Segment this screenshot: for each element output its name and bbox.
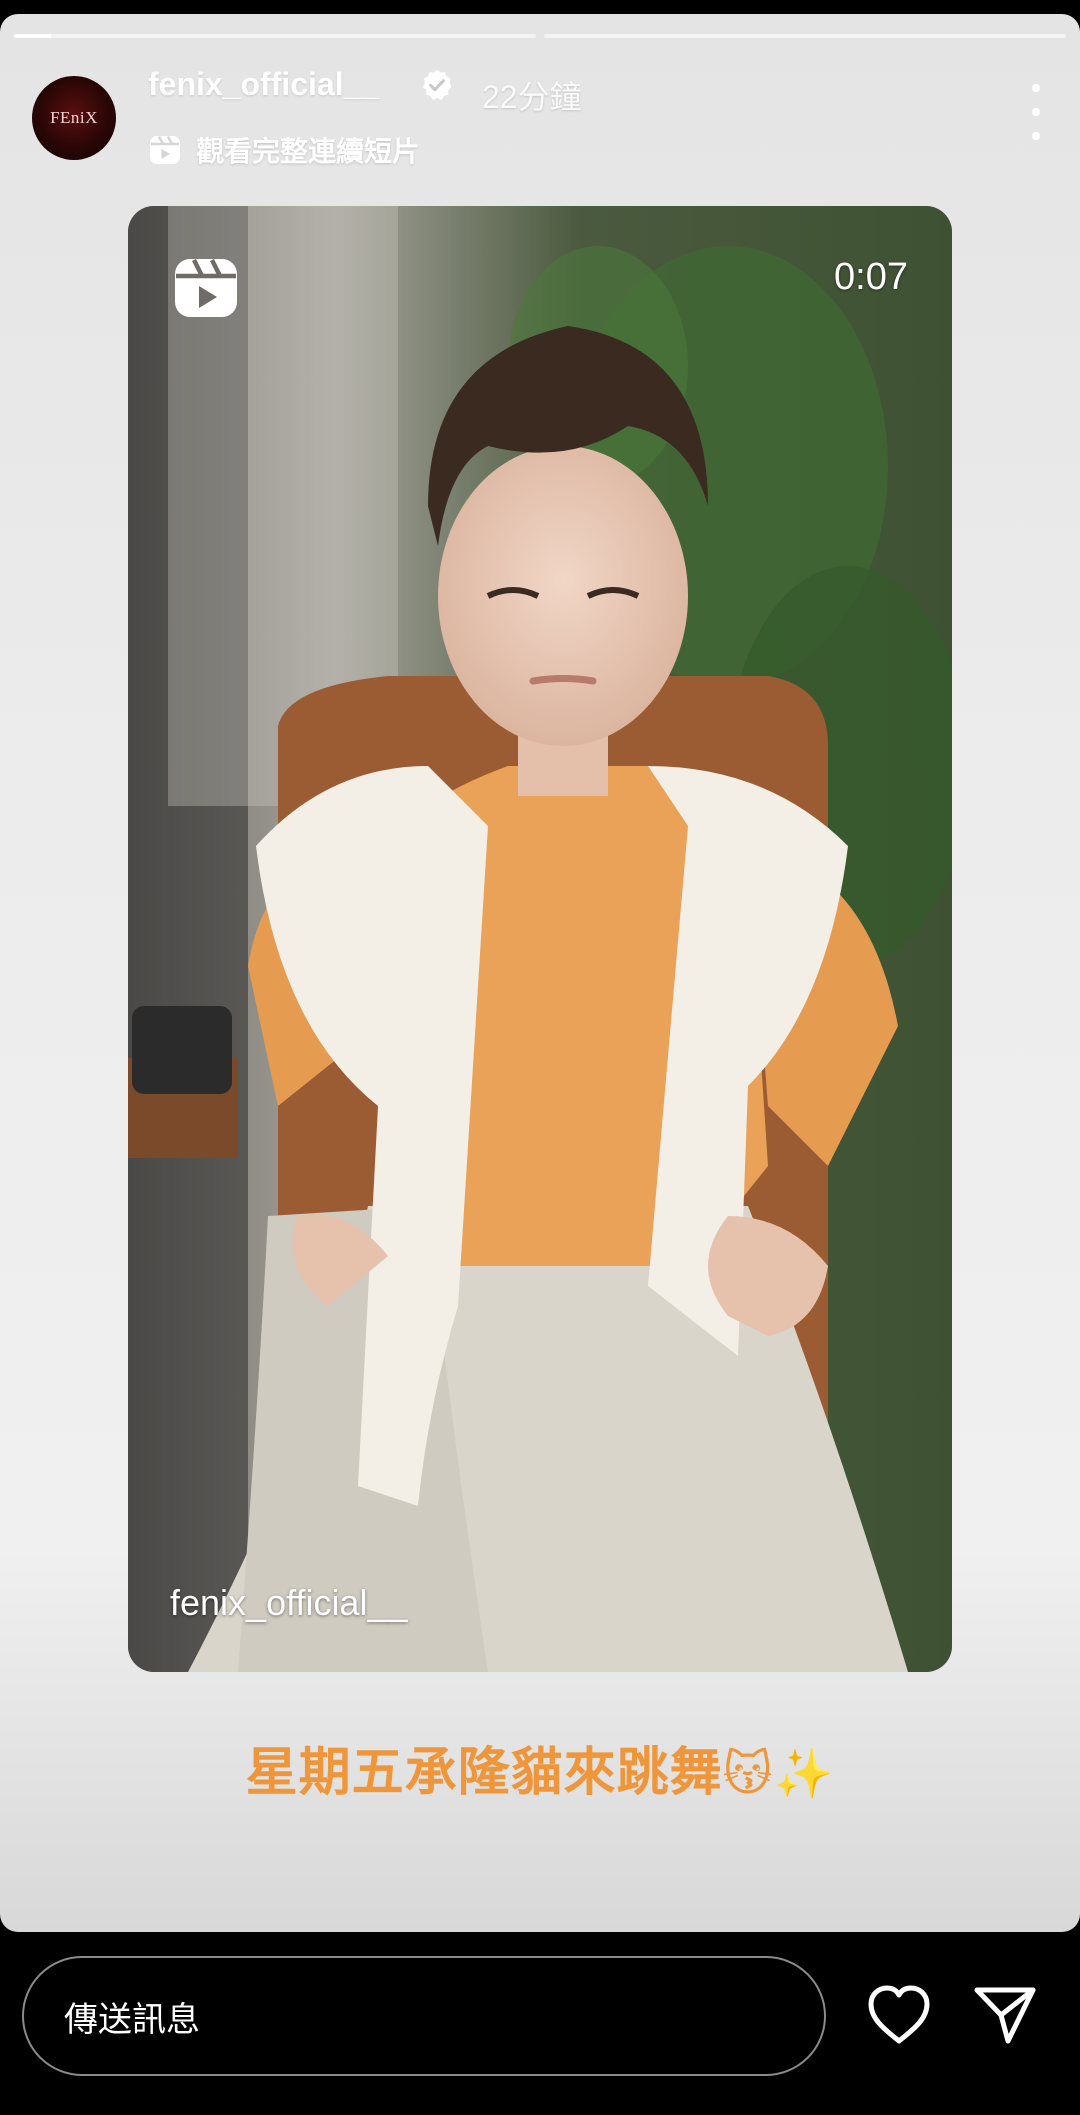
story-timestamp: 22分鐘 (482, 79, 582, 115)
progress-segment (544, 34, 1066, 38)
heart-icon[interactable] (866, 1984, 932, 2046)
story-header: FEniX fenix_official__ 22分鐘 觀看完整連續短片 (32, 58, 1048, 178)
avatar-logo: FEniX (50, 108, 98, 127)
story-progress (14, 34, 1066, 38)
story-viewer[interactable]: FEniX fenix_official__ 22分鐘 觀看完整連續短片 0:0… (0, 14, 1080, 1932)
more-vertical-icon[interactable] (1024, 84, 1048, 140)
message-input[interactable]: 傳送訊息 (22, 1956, 826, 2076)
reply-bar: 傳送訊息 (0, 1932, 1080, 2115)
avatar[interactable]: FEniX (32, 76, 116, 160)
video-watermark: fenix_official__ (170, 1582, 408, 1623)
reels-icon (175, 258, 237, 317)
video-duration: 0:07 (834, 256, 908, 298)
verified-badge-icon (422, 69, 452, 100)
video-frame (128, 206, 952, 1672)
message-placeholder: 傳送訊息 (64, 2000, 200, 2039)
story-caption: 星期五承隆貓來跳舞😽✨ (0, 1730, 1080, 1805)
watch-full-reel-link[interactable]: 觀看完整連續短片 (148, 130, 420, 170)
progress-segment (14, 34, 536, 38)
caption-emojis: 😽✨ (722, 1748, 835, 1801)
reel-video[interactable]: 0:07 fenix_official__ (128, 206, 952, 1672)
watch-full-reel-label: 觀看完整連續短片 (196, 136, 421, 167)
caption-text: 星期五承隆貓來跳舞 (245, 1744, 723, 1802)
send-icon[interactable] (972, 1984, 1038, 2046)
username[interactable]: fenix_official__ (148, 66, 379, 103)
progress-fill (14, 34, 51, 38)
reels-icon (150, 135, 180, 164)
